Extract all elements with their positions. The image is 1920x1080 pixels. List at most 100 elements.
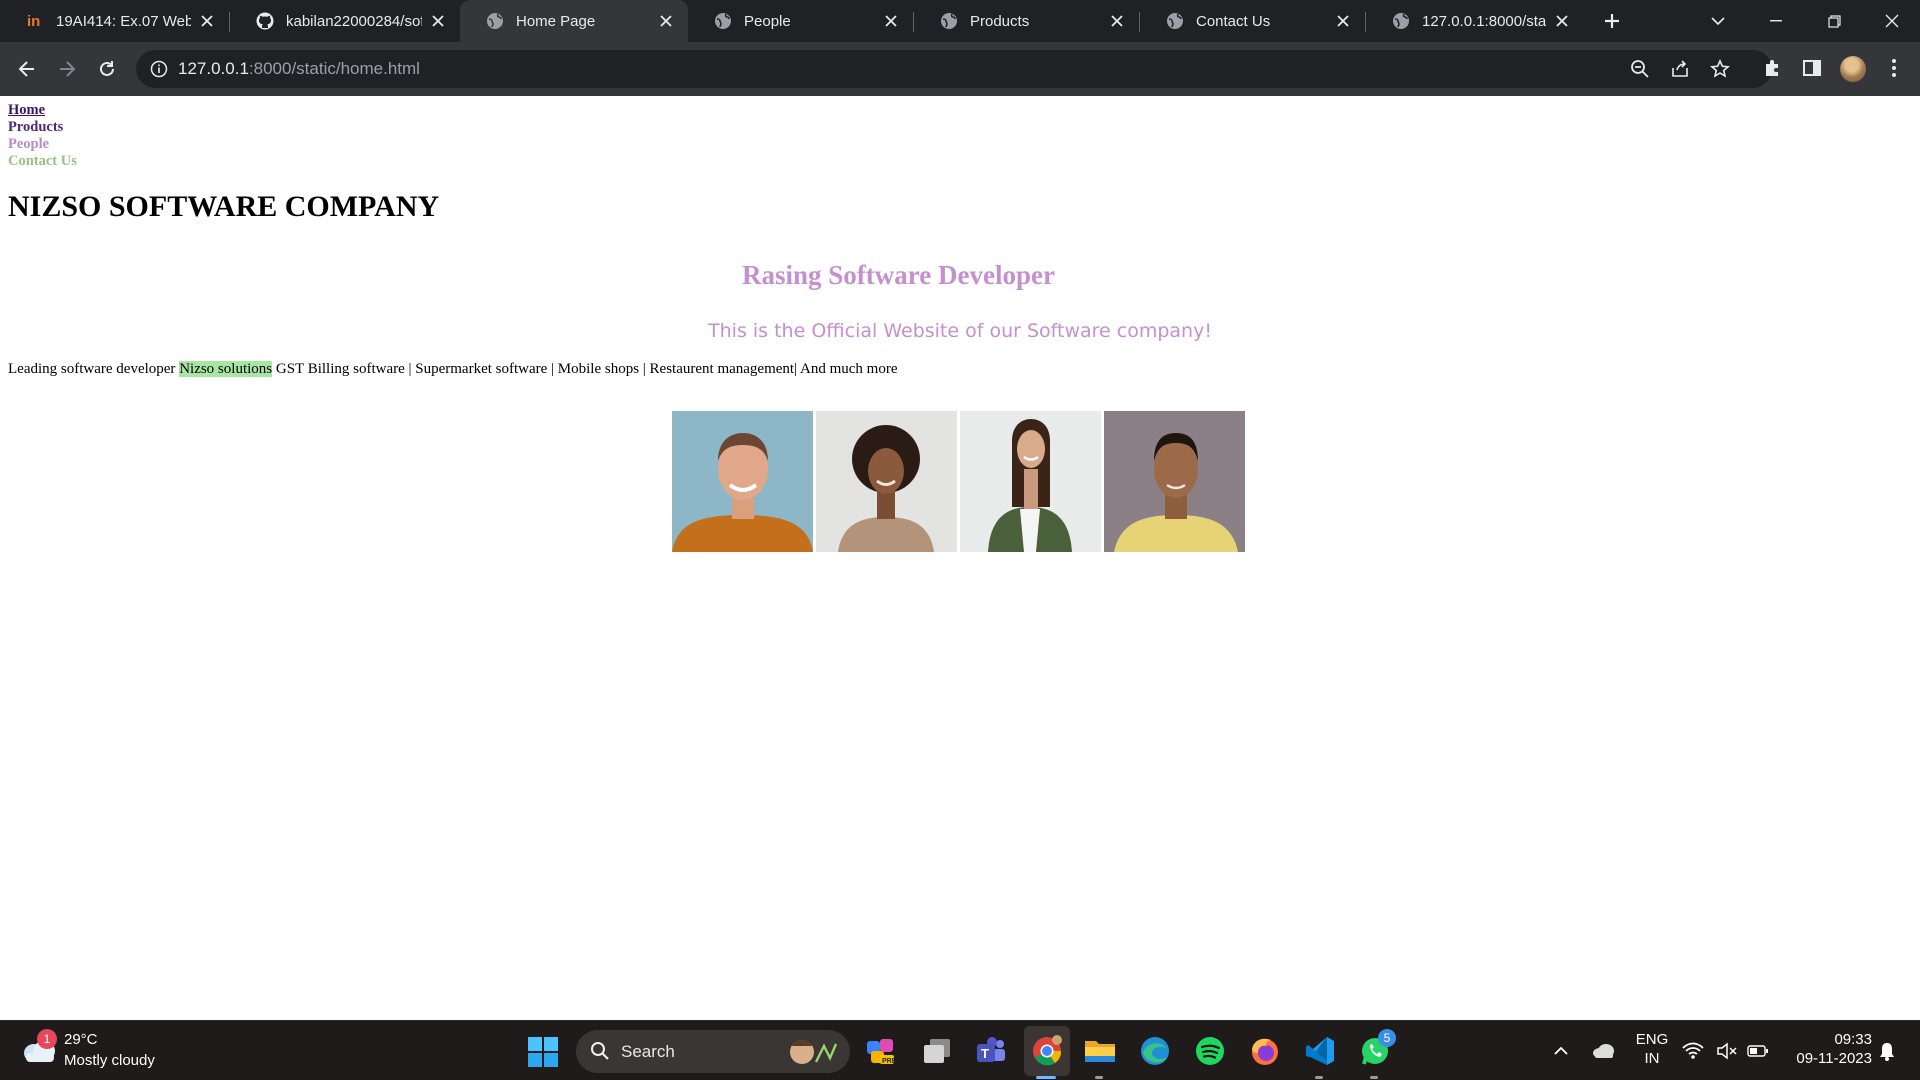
whatsapp-badge: 5 — [1378, 1029, 1396, 1047]
close-icon[interactable] — [658, 13, 674, 29]
info-icon[interactable] — [150, 60, 168, 78]
arrow-left-icon — [18, 61, 34, 77]
restore-button[interactable] — [1806, 0, 1862, 42]
tab-coursera[interactable]: in 19AI414: Ex.07 Websi — [0, 0, 229, 42]
windows-logo-icon — [528, 1037, 558, 1067]
tab-products[interactable]: Products — [914, 0, 1139, 42]
clock-time: 09:33 — [1834, 1031, 1872, 1048]
company-heading: NIZSO SOFTWARE COMPANY — [8, 190, 440, 223]
reload-button[interactable] — [92, 54, 122, 84]
close-icon[interactable] — [883, 13, 899, 29]
share-icon[interactable] — [1670, 59, 1690, 79]
tab-search-button[interactable] — [1692, 0, 1744, 42]
forward-button[interactable] — [52, 54, 82, 84]
search-highlight-icon — [790, 1040, 838, 1064]
tab-title: 127.0.0.1:8000/static — [1422, 12, 1546, 30]
coursera-icon: in — [26, 12, 44, 30]
close-window-button[interactable] — [1864, 0, 1920, 42]
clock-date: 09-11-2023 — [1796, 1050, 1872, 1067]
vscode-icon[interactable] — [1303, 1034, 1337, 1068]
person-photo-3 — [960, 411, 1101, 552]
onedrive-cloud-icon[interactable] — [1586, 1034, 1620, 1068]
tab-title: Products — [970, 12, 1030, 30]
running-indicator — [1315, 1076, 1323, 1079]
svg-text:PRE: PRE — [882, 1058, 897, 1065]
nav-link-home[interactable]: Home — [8, 102, 77, 119]
weather-temperature[interactable]: 29°C — [64, 1031, 98, 1048]
tab-contact-us[interactable]: Contact Us — [1140, 0, 1365, 42]
url-text[interactable]: 127.0.0.1:8000/static/home.html — [178, 59, 420, 79]
globe-icon — [1392, 12, 1410, 30]
spotify-icon[interactable] — [1193, 1034, 1227, 1068]
chevron-up-icon[interactable] — [1546, 1034, 1576, 1068]
tab-github[interactable]: kabilan22000284/sof — [230, 0, 460, 42]
volume-muted-icon[interactable] — [1714, 1034, 1740, 1068]
url-host: 127.0.0.1 — [178, 59, 249, 78]
globe-icon — [486, 12, 504, 30]
minimize-icon — [1770, 20, 1782, 22]
person-photo-1 — [672, 411, 813, 552]
plus-icon — [1605, 14, 1619, 28]
nav-link-contact-us[interactable]: Contact Us — [8, 153, 77, 170]
side-panel-icon[interactable] — [1801, 57, 1823, 79]
chrome-icon[interactable] — [1030, 1034, 1064, 1068]
site-nav: Home Products People Contact Us — [8, 102, 77, 170]
globe-icon — [714, 12, 732, 30]
firefox-icon[interactable] — [1248, 1034, 1282, 1068]
weather-description[interactable]: Mostly cloudy — [64, 1052, 155, 1069]
person-photo-2 — [816, 411, 957, 552]
people-photos — [672, 411, 1248, 554]
close-icon[interactable] — [199, 13, 215, 29]
new-tab-button[interactable] — [1599, 8, 1625, 34]
language-indicator[interactable]: ENG IN — [1630, 1031, 1674, 1067]
url-path: :8000/static/home.html — [248, 59, 420, 78]
close-icon[interactable] — [1109, 13, 1125, 29]
person-photo-4 — [1104, 411, 1245, 552]
extensions-icon[interactable] — [1761, 57, 1783, 79]
leading-paragraph: Leading software developer Nizso solutio… — [8, 361, 898, 378]
tagline-heading: Rasing Software Developer — [742, 260, 1055, 290]
tab-home-page[interactable]: Home Page — [460, 0, 688, 42]
tab-people[interactable]: People — [688, 0, 913, 42]
highlighted-company-name: Nizso solutions — [179, 361, 273, 377]
taskbar-search[interactable]: Search — [576, 1030, 850, 1073]
nav-link-products[interactable]: Products — [8, 119, 77, 136]
bookmark-star-icon[interactable] — [1710, 59, 1730, 79]
task-view-icon[interactable] — [920, 1034, 954, 1068]
official-website-text: This is the Official Website of our Soft… — [708, 320, 1212, 342]
language-line-2: IN — [1644, 1050, 1660, 1067]
edge-icon[interactable] — [1138, 1034, 1172, 1068]
address-bar[interactable]: 127.0.0.1:8000/static/home.html — [136, 50, 1772, 88]
teams-icon[interactable]: T — [974, 1034, 1008, 1068]
file-explorer-icon[interactable] — [1083, 1034, 1117, 1068]
close-icon[interactable] — [1335, 13, 1351, 29]
tab-title: Home Page — [516, 12, 596, 30]
tab-title: Contact Us — [1196, 12, 1271, 30]
back-button[interactable] — [12, 54, 42, 84]
zoom-icon[interactable] — [1630, 59, 1650, 79]
weather-notification-badge: 1 — [37, 1029, 57, 1049]
copilot-icon[interactable]: PRE — [864, 1034, 898, 1068]
close-icon[interactable] — [430, 13, 446, 29]
windows-start-button[interactable] — [528, 1037, 558, 1067]
profile-avatar[interactable] — [1840, 56, 1866, 82]
clock[interactable]: 09:33 09-11-2023 — [1776, 1031, 1872, 1067]
notification-bell-icon[interactable] — [1872, 1034, 1902, 1068]
restore-icon — [1827, 14, 1841, 28]
tab-title: People — [744, 12, 791, 30]
search-icon — [591, 1042, 609, 1060]
search-label: Search — [621, 1042, 675, 1061]
windows-taskbar: 1 29°C Mostly cloudy Search PRE T 5 ENG … — [0, 1020, 1920, 1080]
nav-link-people[interactable]: People — [8, 136, 77, 153]
tab-static[interactable]: 127.0.0.1:8000/static — [1366, 0, 1584, 42]
wifi-icon[interactable] — [1680, 1034, 1706, 1068]
tab-title: 19AI414: Ex.07 Websi — [56, 12, 191, 30]
browser-tab-bar: in 19AI414: Ex.07 Websi kabilan22000284/… — [0, 0, 1920, 42]
battery-icon[interactable] — [1744, 1034, 1772, 1068]
globe-icon — [940, 12, 958, 30]
close-icon[interactable] — [1554, 13, 1570, 29]
menu-kebab-icon[interactable] — [1883, 57, 1905, 79]
web-page: Home Products People Contact Us NIZSO SO… — [0, 96, 1920, 1020]
minimize-button[interactable] — [1748, 0, 1804, 42]
arrow-right-icon — [60, 61, 76, 77]
